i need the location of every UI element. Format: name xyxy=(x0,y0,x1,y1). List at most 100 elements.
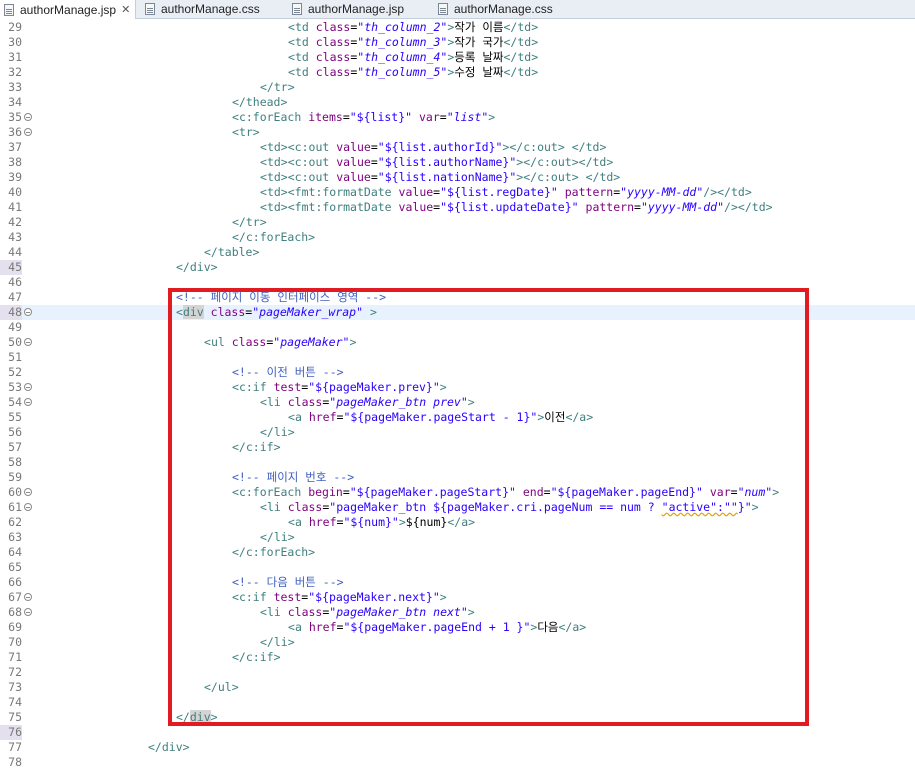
code-line[interactable]: 51 xyxy=(0,350,915,365)
code-text: </c:forEach> xyxy=(232,230,316,244)
code-line[interactable]: 64 </c:forEach> xyxy=(0,545,915,560)
code-line[interactable]: 77 </div> xyxy=(0,740,915,755)
code-line[interactable]: 52 <!-- 이전 버튼 --> xyxy=(0,365,915,380)
code-line[interactable]: 75 </div> xyxy=(0,710,915,725)
tab-authormanage-css-2[interactable]: authorManage.css xyxy=(438,0,553,18)
code-text: </li> xyxy=(260,530,295,544)
line-number: 46 xyxy=(8,275,22,289)
tab-authormanage-jsp-active[interactable]: authorManage.jsp ✕ xyxy=(0,0,136,19)
line-number: 68 xyxy=(8,605,22,619)
code-line[interactable]: 42 </tr> xyxy=(0,215,915,230)
tab-label: authorManage.jsp xyxy=(308,2,405,16)
code-text: </c:forEach> xyxy=(232,545,316,559)
code-line[interactable]: 35 <c:forEach items="${list}" var="list"> xyxy=(0,110,915,125)
code-line[interactable]: 40 <td><fmt:formatDate value="${list.regD… xyxy=(0,185,915,200)
code-text: <a href="${num}">${num}</a> xyxy=(288,515,476,529)
code-line[interactable]: 46 xyxy=(0,275,915,290)
line-number: 72 xyxy=(8,665,22,679)
code-line[interactable]: 76 xyxy=(0,725,915,740)
line-number: 73 xyxy=(8,680,22,694)
line-number: 33 xyxy=(8,80,22,94)
code-line[interactable]: 33 </tr> xyxy=(0,80,915,95)
collapse-fold-icon[interactable] xyxy=(24,398,32,406)
code-text: <c:forEach begin="${pageMaker.pageStart}… xyxy=(232,485,780,499)
code-line[interactable]: 67 <c:if test="${pageMaker.next}"> xyxy=(0,590,915,605)
collapse-fold-icon[interactable] xyxy=(24,128,32,136)
code-line[interactable]: 30 <td class="th_column_3">작가 국가</td> xyxy=(0,35,915,50)
collapse-fold-icon[interactable] xyxy=(24,338,32,346)
code-line[interactable]: 34 </thead> xyxy=(0,95,915,110)
code-line[interactable]: 59 <!-- 페이지 번호 --> xyxy=(0,470,915,485)
code-line[interactable]: 55 <a href="${pageMaker.pageStart - 1}">이… xyxy=(0,410,915,425)
tab-authormanage-css[interactable]: authorManage.css xyxy=(145,0,260,18)
code-line[interactable]: 71 </c:if> xyxy=(0,650,915,665)
line-number: 74 xyxy=(8,695,22,709)
code-text: </tr> xyxy=(232,215,267,229)
code-line[interactable]: 66 <!-- 다음 버튼 --> xyxy=(0,575,915,590)
code-editor[interactable]: 29 <td class="th_column_2">작가 이름</td> 30 <t… xyxy=(0,19,915,769)
line-number: 65 xyxy=(8,560,22,574)
code-line[interactable]: 57 </c:if> xyxy=(0,440,915,455)
code-line[interactable]: 43 </c:forEach> xyxy=(0,230,915,245)
line-number: 51 xyxy=(8,350,22,364)
line-number: 58 xyxy=(8,455,22,469)
tab-label: authorManage.jsp xyxy=(20,2,117,17)
code-line[interactable]: 48 <div class="pageMaker_wrap" > xyxy=(0,305,915,320)
collapse-fold-icon[interactable] xyxy=(24,608,32,616)
code-line[interactable]: 45 </div> xyxy=(0,260,915,275)
code-line[interactable]: 78 xyxy=(0,755,915,770)
code-line[interactable]: 68 <li class="pageMaker_btn next"> xyxy=(0,605,915,620)
css-file-icon xyxy=(438,3,448,15)
code-line[interactable]: 29 <td class="th_column_2">작가 이름</td> xyxy=(0,20,915,35)
line-number: 70 xyxy=(8,635,22,649)
tab-label: authorManage.css xyxy=(454,2,553,16)
code-text: <td><c:out value="${list.authorName}"></… xyxy=(260,155,614,169)
code-line[interactable]: 69 <a href="${pageMaker.pageEnd + 1 }">다음… xyxy=(0,620,915,635)
code-line[interactable]: 36 <tr> xyxy=(0,125,915,140)
code-line[interactable]: 49 xyxy=(0,320,915,335)
code-line[interactable]: 47 <!-- 페이지 이동 인터페이스 영역 --> xyxy=(0,290,915,305)
code-text: <td class="th_column_4">등록 날짜</td> xyxy=(288,50,539,64)
code-text: <ul class="pageMaker"> xyxy=(204,335,357,349)
collapse-fold-icon[interactable] xyxy=(24,383,32,391)
code-line[interactable]: 32 <td class="th_column_5">수정 날짜</td> xyxy=(0,65,915,80)
code-line[interactable]: 62 <a href="${num}">${num}</a> xyxy=(0,515,915,530)
code-line[interactable]: 53 <c:if test="${pageMaker.prev}"> xyxy=(0,380,915,395)
code-line[interactable]: 73 </ul> xyxy=(0,680,915,695)
collapse-fold-icon[interactable] xyxy=(24,488,32,496)
code-line[interactable]: 63 </li> xyxy=(0,530,915,545)
code-line[interactable]: 61 <li class="pageMaker_btn ${pageMaker.c… xyxy=(0,500,915,515)
line-number: 56 xyxy=(8,425,22,439)
collapse-fold-icon[interactable] xyxy=(24,113,32,121)
code-text: <li class="pageMaker_btn ${pageMaker.cri… xyxy=(260,500,759,514)
code-line[interactable]: 72 xyxy=(0,665,915,680)
code-line[interactable]: 37 <td><c:out value="${list.authorId}"></… xyxy=(0,140,915,155)
code-text: <!-- 이전 버튼 --> xyxy=(232,365,344,379)
code-line[interactable]: 56 </li> xyxy=(0,425,915,440)
line-number: 31 xyxy=(8,50,22,64)
line-number: 44 xyxy=(8,245,22,259)
code-line[interactable]: 50 <ul class="pageMaker"> xyxy=(0,335,915,350)
jsp-file-icon xyxy=(4,3,14,16)
code-line[interactable]: 54 <li class="pageMaker_btn prev"> xyxy=(0,395,915,410)
line-number: 67 xyxy=(8,590,22,604)
code-text: <c:forEach items="${list}" var="list"> xyxy=(232,110,496,124)
line-number: 71 xyxy=(8,650,22,664)
code-line[interactable]: 74 xyxy=(0,695,915,710)
close-tab-icon[interactable]: ✕ xyxy=(121,2,130,18)
code-line[interactable]: 70 </li> xyxy=(0,635,915,650)
code-line[interactable]: 41 <td><fmt:formatDate value="${list.upda… xyxy=(0,200,915,215)
code-line[interactable]: 39 <td><c:out value="${list.nationName}">… xyxy=(0,170,915,185)
code-line[interactable]: 31 <td class="th_column_4">등록 날짜</td> xyxy=(0,50,915,65)
collapse-fold-icon[interactable] xyxy=(24,593,32,601)
line-number: 32 xyxy=(8,65,22,79)
collapse-fold-icon[interactable] xyxy=(24,503,32,511)
code-text: <td class="th_column_3">작가 국가</td> xyxy=(288,35,539,49)
collapse-fold-icon[interactable] xyxy=(24,308,32,316)
code-line[interactable]: 38 <td><c:out value="${list.authorName}">… xyxy=(0,155,915,170)
code-line[interactable]: 65 xyxy=(0,560,915,575)
code-line[interactable]: 60 <c:forEach begin="${pageMaker.pageStar… xyxy=(0,485,915,500)
tab-authormanage-jsp[interactable]: authorManage.jsp xyxy=(292,0,404,18)
code-line[interactable]: 58 xyxy=(0,455,915,470)
code-line[interactable]: 44 </table> xyxy=(0,245,915,260)
